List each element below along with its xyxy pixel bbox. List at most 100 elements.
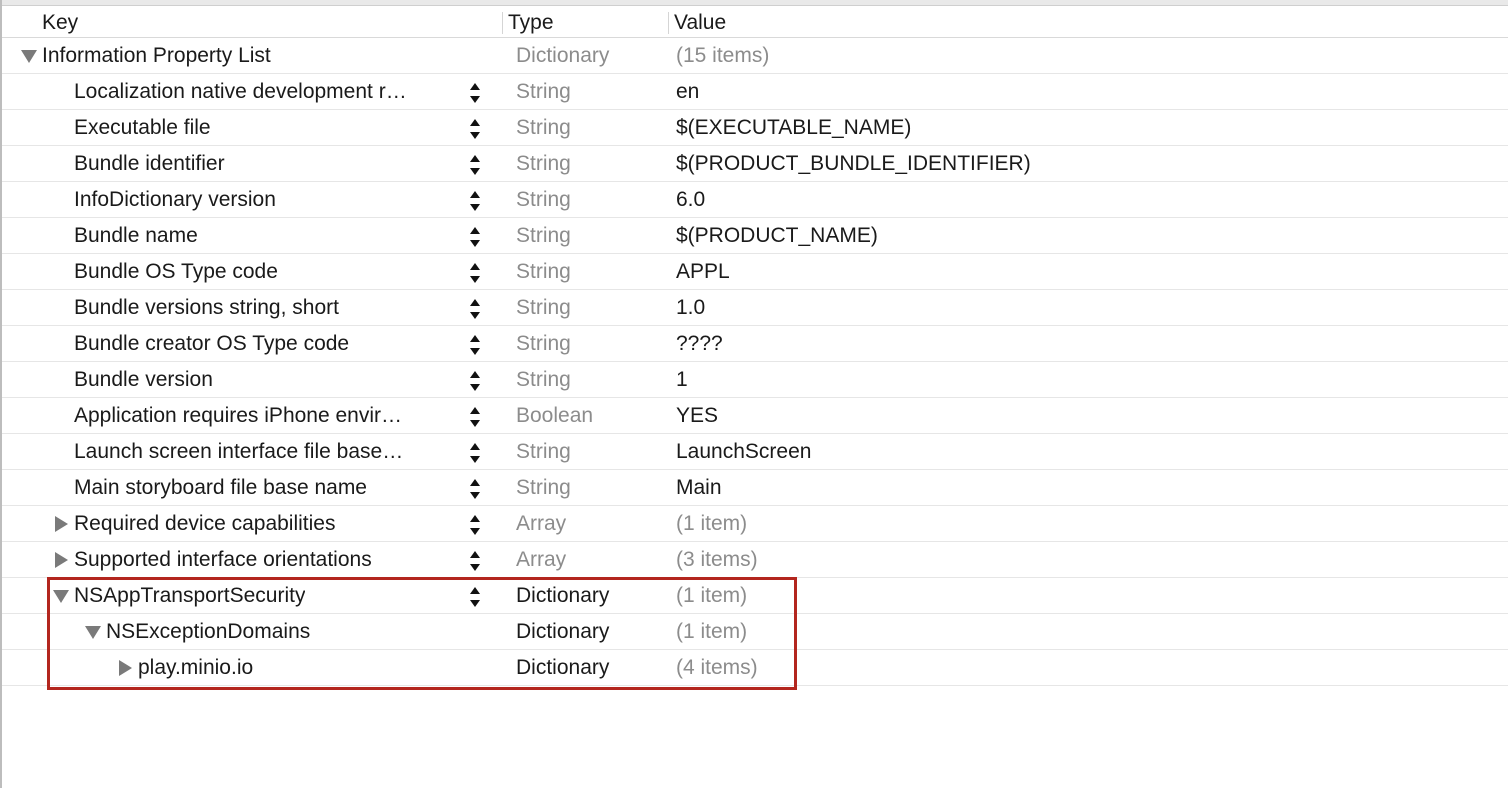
plist-type[interactable]: String bbox=[516, 224, 571, 248]
plist-key[interactable]: Main storyboard file base name bbox=[74, 476, 367, 500]
plist-row[interactable]: Bundle creator OS Type code String???? bbox=[2, 326, 1508, 362]
plist-key[interactable]: Bundle identifier bbox=[74, 152, 225, 176]
plist-key[interactable]: Application requires iPhone envir… bbox=[74, 404, 402, 428]
triangle-right-icon[interactable] bbox=[116, 659, 134, 677]
up-down-stepper-icon[interactable] bbox=[468, 584, 482, 610]
up-down-stepper-icon[interactable] bbox=[468, 224, 482, 250]
up-down-stepper-icon[interactable] bbox=[468, 512, 482, 538]
up-down-stepper-icon[interactable] bbox=[468, 476, 482, 502]
up-down-stepper-icon[interactable] bbox=[468, 332, 482, 358]
plist-row[interactable]: Main storyboard file base name String Main bbox=[2, 470, 1508, 506]
plist-key[interactable]: Supported interface orientations bbox=[74, 548, 372, 572]
plist-row[interactable]: Application requires iPhone envir… Boolea… bbox=[2, 398, 1508, 434]
up-down-stepper-icon[interactable] bbox=[468, 548, 482, 574]
up-down-stepper-icon[interactable] bbox=[468, 296, 482, 322]
plist-key[interactable]: play.minio.io bbox=[138, 656, 253, 680]
plist-row[interactable]: Bundle OS Type code String APPL bbox=[2, 254, 1508, 290]
up-down-stepper-icon[interactable] bbox=[468, 188, 482, 214]
plist-key[interactable]: Bundle name bbox=[74, 224, 198, 248]
plist-type[interactable]: String bbox=[516, 152, 571, 176]
plist-key[interactable]: Information Property List bbox=[42, 44, 271, 68]
plist-type[interactable]: Array bbox=[516, 548, 566, 572]
plist-type[interactable]: Array bbox=[516, 512, 566, 536]
plist-key[interactable]: Bundle creator OS Type code bbox=[74, 332, 349, 356]
plist-row[interactable]: Bundle versions string, short String 1.0 bbox=[2, 290, 1508, 326]
plist-type[interactable]: String bbox=[516, 296, 571, 320]
plist-key[interactable]: NSExceptionDomains bbox=[106, 620, 310, 644]
plist-type[interactable]: String bbox=[516, 476, 571, 500]
plist-row[interactable]: Launch screen interface file base… String… bbox=[2, 434, 1508, 470]
plist-value[interactable]: (1 item) bbox=[676, 584, 747, 608]
triangle-down-icon[interactable] bbox=[84, 623, 102, 641]
plist-key[interactable]: NSAppTransportSecurity bbox=[74, 584, 305, 608]
column-divider[interactable] bbox=[502, 12, 503, 34]
plist-type[interactable]: String bbox=[516, 440, 571, 464]
plist-rows: Information Property List Dictionary (15 i… bbox=[2, 38, 1508, 686]
column-header-value[interactable]: Value bbox=[674, 11, 726, 35]
plist-key[interactable]: Bundle versions string, short bbox=[74, 296, 339, 320]
plist-row[interactable]: Bundle version String 1 bbox=[2, 362, 1508, 398]
plist-value[interactable]: $(PRODUCT_BUNDLE_IDENTIFIER) bbox=[676, 152, 1031, 176]
plist-type[interactable]: String bbox=[516, 260, 571, 284]
triangle-right-icon[interactable] bbox=[52, 515, 70, 533]
triangle-right-icon[interactable] bbox=[52, 551, 70, 569]
plist-row[interactable]: NSAppTransportSecurity Dictionary (1 item) bbox=[2, 578, 1508, 614]
plist-key[interactable]: Bundle OS Type code bbox=[74, 260, 278, 284]
up-down-stepper-icon[interactable] bbox=[468, 440, 482, 466]
plist-type[interactable]: Dictionary bbox=[516, 584, 609, 608]
plist-type[interactable]: String bbox=[516, 368, 571, 392]
plist-value[interactable]: 1.0 bbox=[676, 296, 705, 320]
plist-row[interactable]: Required device capabilities Array (1 item… bbox=[2, 506, 1508, 542]
plist-value[interactable]: (1 item) bbox=[676, 620, 747, 644]
plist-row[interactable]: Bundle name String $(PRODUCT_NAME) bbox=[2, 218, 1508, 254]
plist-value[interactable]: 6.0 bbox=[676, 188, 705, 212]
plist-key[interactable]: InfoDictionary version bbox=[74, 188, 276, 212]
plist-type[interactable]: Dictionary bbox=[516, 620, 609, 644]
up-down-stepper-icon[interactable] bbox=[468, 152, 482, 178]
plist-key[interactable]: Required device capabilities bbox=[74, 512, 336, 536]
column-header-key[interactable]: Key bbox=[42, 11, 78, 35]
plist-type[interactable]: String bbox=[516, 80, 571, 104]
plist-row[interactable]: Bundle identifier String $(PRODUCT_BUNDLE_… bbox=[2, 146, 1508, 182]
plist-value[interactable]: $(PRODUCT_NAME) bbox=[676, 224, 878, 248]
plist-type[interactable]: String bbox=[516, 116, 571, 140]
plist-value[interactable]: Main bbox=[676, 476, 722, 500]
plist-row[interactable]: Localization native development r… String… bbox=[2, 74, 1508, 110]
plist-row[interactable]: play.minio.io Dictionary (4 items) bbox=[2, 650, 1508, 686]
up-down-stepper-icon[interactable] bbox=[468, 404, 482, 430]
plist-value[interactable]: (1 item) bbox=[676, 512, 747, 536]
plist-row[interactable]: NSExceptionDomains Dictionary (1 item) bbox=[2, 614, 1508, 650]
plist-value[interactable]: (4 items) bbox=[676, 656, 758, 680]
plist-type[interactable]: String bbox=[516, 332, 571, 356]
plist-type[interactable]: Dictionary bbox=[516, 44, 609, 68]
column-header-type[interactable]: Type bbox=[508, 11, 554, 35]
property-list-editor: Key Type Value Information Property List… bbox=[0, 0, 1508, 788]
plist-row[interactable]: Supported interface orientations Array (3 … bbox=[2, 542, 1508, 578]
plist-value[interactable]: ???? bbox=[676, 332, 723, 356]
plist-value[interactable]: LaunchScreen bbox=[676, 440, 811, 464]
up-down-stepper-icon[interactable] bbox=[468, 116, 482, 142]
plist-value[interactable]: (3 items) bbox=[676, 548, 758, 572]
plist-key[interactable]: Bundle version bbox=[74, 368, 213, 392]
plist-value[interactable]: $(EXECUTABLE_NAME) bbox=[676, 116, 911, 140]
plist-row[interactable]: InfoDictionary version String 6.0 bbox=[2, 182, 1508, 218]
up-down-stepper-icon[interactable] bbox=[468, 80, 482, 106]
plist-row[interactable]: Information Property List Dictionary (15 i… bbox=[2, 38, 1508, 74]
plist-type[interactable]: String bbox=[516, 188, 571, 212]
triangle-down-icon[interactable] bbox=[52, 587, 70, 605]
plist-value[interactable]: APPL bbox=[676, 260, 730, 284]
plist-value[interactable]: en bbox=[676, 80, 699, 104]
plist-type[interactable]: Boolean bbox=[516, 404, 593, 428]
plist-type[interactable]: Dictionary bbox=[516, 656, 609, 680]
plist-row[interactable]: Executable file String $(EXECUTABLE_NAME) bbox=[2, 110, 1508, 146]
plist-value[interactable]: (15 items) bbox=[676, 44, 769, 68]
column-divider[interactable] bbox=[668, 12, 669, 34]
plist-key[interactable]: Executable file bbox=[74, 116, 211, 140]
plist-value[interactable]: 1 bbox=[676, 368, 688, 392]
plist-key[interactable]: Localization native development r… bbox=[74, 80, 407, 104]
up-down-stepper-icon[interactable] bbox=[468, 368, 482, 394]
up-down-stepper-icon[interactable] bbox=[468, 260, 482, 286]
triangle-down-icon[interactable] bbox=[20, 47, 38, 65]
plist-value[interactable]: YES bbox=[676, 404, 718, 428]
plist-key[interactable]: Launch screen interface file base… bbox=[74, 440, 403, 464]
